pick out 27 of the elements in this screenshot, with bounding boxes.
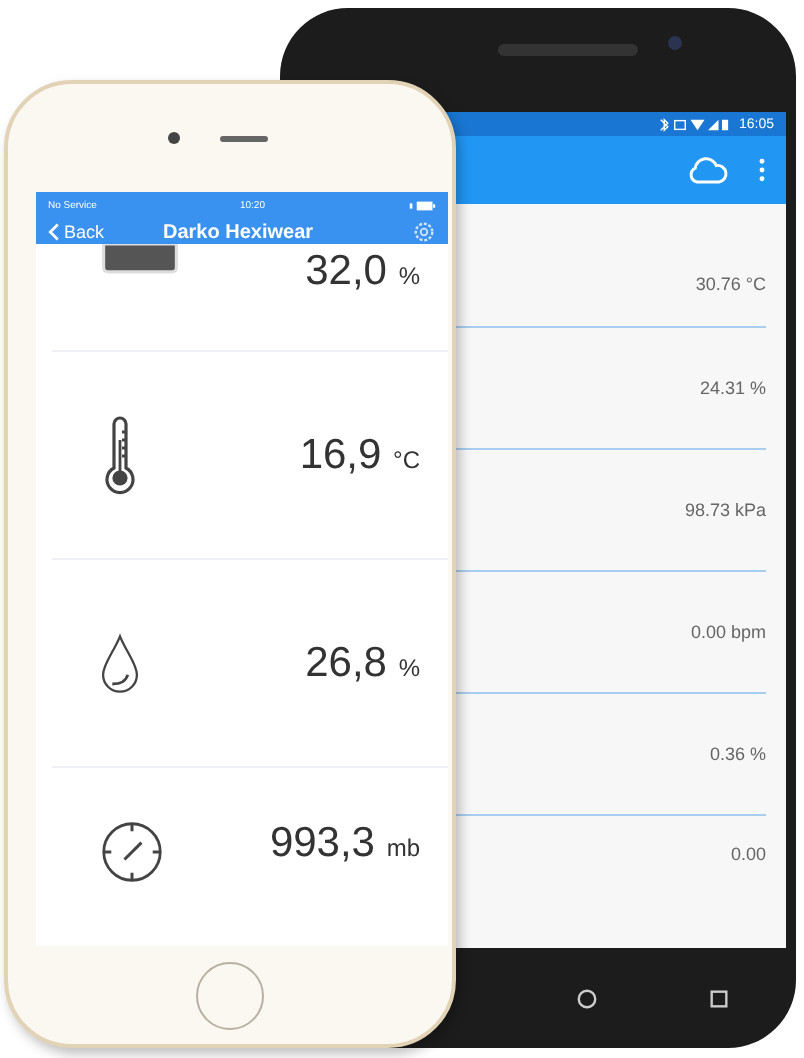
sensor-reading: 26,8 %	[305, 639, 420, 687]
home-circle-icon[interactable]	[575, 987, 598, 1009]
settings-icon[interactable]	[412, 220, 436, 244]
reading-value: 98.73 kPa	[684, 500, 766, 520]
speaker-grille	[220, 136, 268, 142]
reading-value: 0.00 bpm	[690, 622, 766, 642]
back-button[interactable]: Back	[48, 222, 105, 242]
status-icons-icon	[658, 117, 731, 131]
sensor-reading: 16,9 °C	[299, 431, 420, 479]
battery-icon	[100, 244, 180, 274]
thermometer-icon	[100, 415, 140, 495]
battery-status-icon	[408, 200, 436, 212]
screen-title: Darko Hexiwear	[162, 221, 314, 243]
chevron-left-icon	[48, 222, 60, 242]
reading-value: 24.31 %	[699, 378, 766, 398]
reading-value: 0.00	[730, 844, 766, 864]
sensor-reading: 993,3 mb	[269, 820, 420, 868]
gauge-icon	[100, 820, 164, 884]
recents-square-icon[interactable]	[708, 987, 731, 1009]
reading-value: 30.76 °C	[695, 273, 766, 293]
more-menu-icon[interactable]	[758, 156, 766, 184]
reading-value: 0.36 %	[709, 744, 766, 764]
sensor-reading: 32,0 %	[305, 248, 420, 296]
home-button[interactable]	[196, 961, 264, 1029]
cloud-icon[interactable]	[686, 155, 730, 185]
camera-lens	[668, 36, 682, 50]
camera-lens	[168, 132, 180, 144]
